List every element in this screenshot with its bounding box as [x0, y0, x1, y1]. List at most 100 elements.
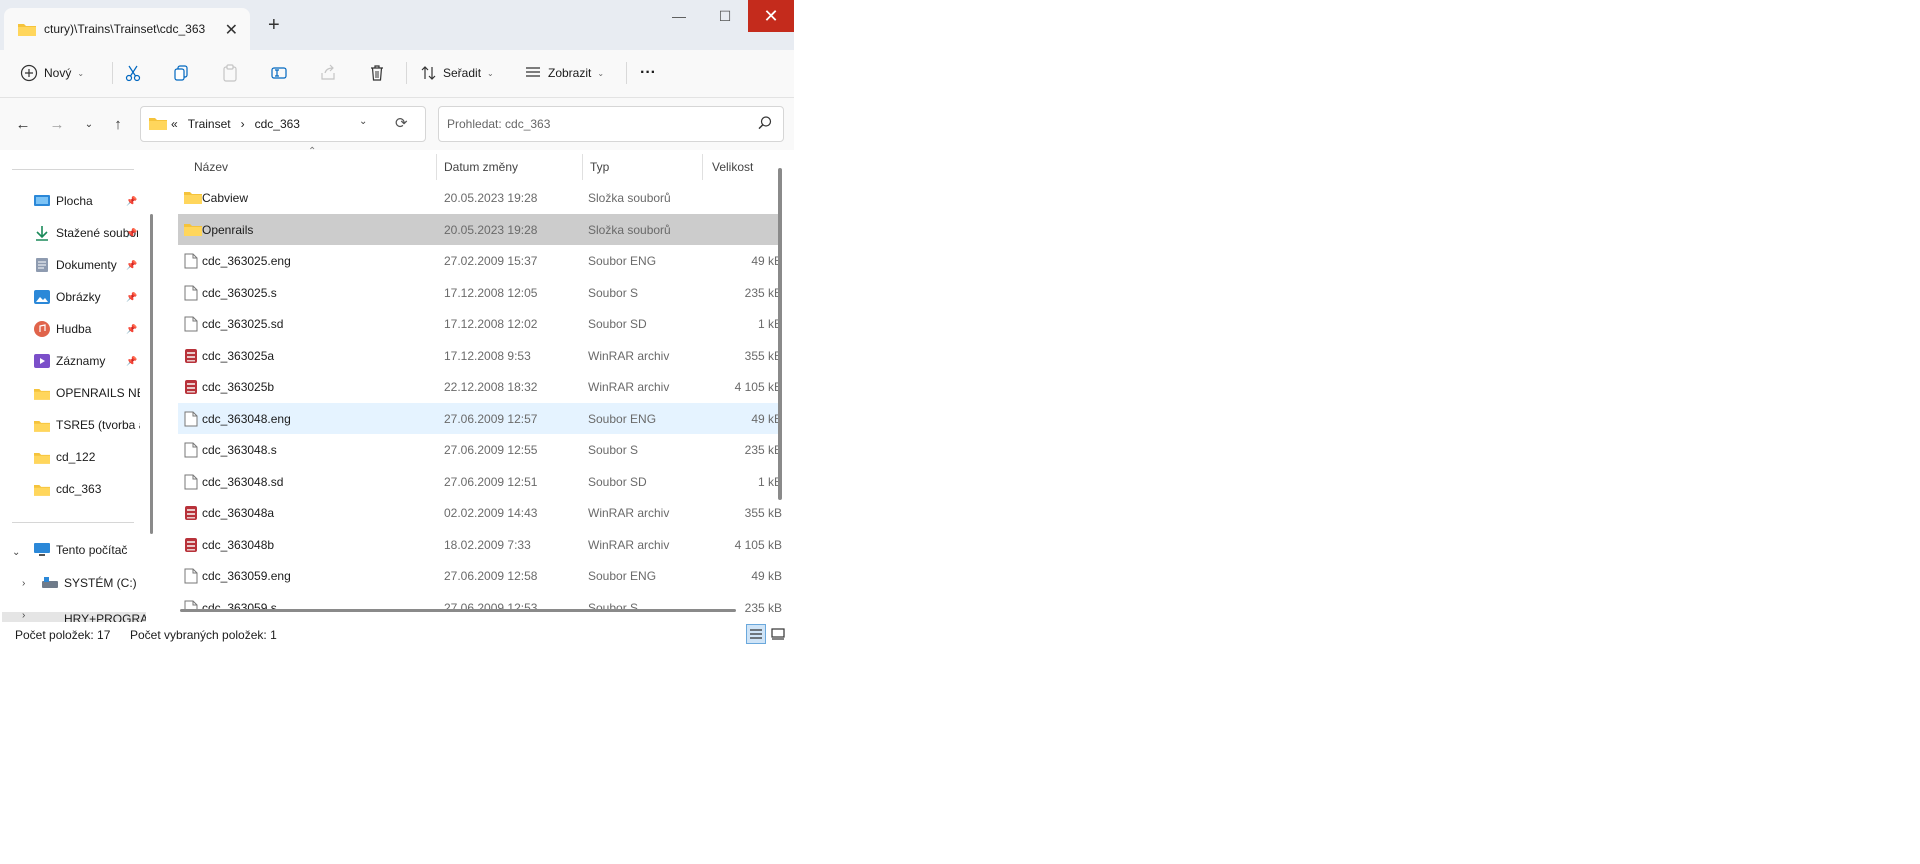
- column-divider[interactable]: [702, 154, 703, 180]
- breadcrumb-item[interactable]: Trainset: [188, 117, 231, 131]
- copy-button[interactable]: [172, 58, 190, 88]
- file-row[interactable]: cdc_363025a 17.12.2008 9:53 WinRAR archiv 3…: [178, 340, 782, 371]
- back-arrow-icon[interactable]: ←: [12, 114, 34, 134]
- file-row[interactable]: cdc_363059.eng 27.06.2009 12:58 Soubor ENG…: [178, 560, 782, 591]
- music-icon: [34, 321, 50, 337]
- sort-button[interactable]: Seřadit ⌄: [420, 58, 494, 88]
- column-divider[interactable]: [582, 154, 583, 180]
- pin-icon: 📌: [126, 291, 138, 302]
- new-tab-button[interactable]: +: [268, 14, 280, 37]
- details-view-button[interactable]: [746, 624, 766, 644]
- file-row[interactable]: Cabview 20.05.2023 19:28 Složka souborů: [178, 182, 782, 213]
- sidebar-item-hudba[interactable]: Hudba 📌: [34, 319, 138, 339]
- file-name: cdc_363025a: [202, 348, 275, 363]
- file-list-horizontal-scrollbar[interactable]: [180, 609, 736, 612]
- file-name: Openrails: [202, 222, 254, 237]
- file-type-icon: [184, 505, 198, 524]
- tab-current-folder[interactable]: ctury)\Trains\Trainset\cdc_363 ✕: [4, 8, 250, 50]
- file-name: cdc_363048b: [202, 537, 275, 552]
- sidebar-item-label: cd_122: [56, 450, 96, 464]
- tiles-view-icon: [771, 628, 785, 640]
- file-date: 27.02.2009 15:37: [444, 254, 538, 268]
- file-date: 27.06.2009 12:58: [444, 569, 538, 583]
- sidebar-item-zaznamy[interactable]: Záznamy 📌: [34, 351, 138, 371]
- sidebar-item-obrazky[interactable]: Obrázky 📌: [34, 287, 138, 307]
- rename-button[interactable]: [270, 58, 288, 88]
- chevron-right-icon[interactable]: ›: [22, 578, 25, 589]
- tiles-view-button[interactable]: [768, 624, 788, 644]
- column-divider[interactable]: [436, 154, 437, 180]
- pictures-icon: [34, 290, 50, 304]
- sidebar-item-openrails-nej[interactable]: OPENRAILS NEJ: [34, 383, 140, 403]
- delete-button[interactable]: [368, 58, 386, 88]
- file-row[interactable]: Openrails 20.05.2023 19:28 Složka souborů: [178, 213, 782, 245]
- chevron-down-icon[interactable]: ⌄: [12, 547, 20, 558]
- column-header-size[interactable]: Velikost: [712, 160, 753, 174]
- paste-button[interactable]: [221, 58, 239, 88]
- folder-icon: [184, 223, 202, 236]
- file-row[interactable]: cdc_363025b 22.12.2008 18:32 WinRAR archiv…: [178, 371, 782, 402]
- desktop-icon: [34, 195, 50, 206]
- sidebar-item-cd-122[interactable]: cd_122: [34, 447, 138, 467]
- recent-locations-chevron-icon[interactable]: ⌄: [78, 114, 100, 134]
- chevron-down-icon: ⌄: [77, 68, 85, 78]
- videos-icon: [34, 354, 50, 368]
- cut-button[interactable]: [124, 58, 142, 88]
- file-date: 22.12.2008 18:32: [444, 380, 538, 394]
- forward-arrow-icon[interactable]: →: [46, 114, 68, 134]
- pin-icon: 📌: [126, 227, 138, 238]
- file-type: WinRAR archiv: [588, 537, 670, 552]
- file-icon: [184, 285, 198, 300]
- folder-icon: [34, 484, 50, 496]
- up-arrow-icon[interactable]: ↑: [107, 114, 129, 134]
- sidebar-item-tsre5[interactable]: TSRE5 (tvorba ak: [34, 415, 140, 435]
- file-row[interactable]: cdc_363048a 02.02.2009 14:43 WinRAR archiv…: [178, 497, 782, 528]
- refresh-icon[interactable]: ⟳: [395, 114, 408, 132]
- sidebar-scrollbar[interactable]: [148, 154, 158, 628]
- file-row[interactable]: cdc_363025.s 17.12.2008 12:05 Soubor S 235 …: [178, 277, 782, 308]
- file-row[interactable]: cdc_363025.eng 27.02.2009 15:37 Soubor ENG…: [178, 245, 782, 276]
- share-button[interactable]: [319, 58, 337, 88]
- file-row[interactable]: cdc_363048.sd 27.06.2009 12:51 Soubor SD 1 …: [178, 466, 782, 497]
- file-row[interactable]: cdc_363048b 18.02.2009 7:33 WinRAR archiv 4…: [178, 529, 782, 560]
- scrollbar-thumb[interactable]: [150, 214, 153, 534]
- computer-icon: [34, 543, 50, 556]
- file-row[interactable]: cdc_363048.eng 27.06.2009 12:57 Soubor ENG…: [178, 402, 782, 434]
- view-label: Zobrazit: [548, 66, 592, 80]
- sort-ascending-icon: ⌃: [308, 146, 317, 157]
- file-row[interactable]: cdc_363048.s 27.06.2009 12:55 Soubor S 235 …: [178, 434, 782, 465]
- breadcrumb-overflow[interactable]: «: [171, 117, 178, 131]
- column-header-type[interactable]: Typ: [590, 160, 609, 174]
- sort-icon: [421, 66, 436, 80]
- more-options-button[interactable]: ···: [640, 58, 656, 88]
- breadcrumb-item[interactable]: cdc_363: [255, 117, 300, 131]
- close-window-button[interactable]: ✕: [748, 0, 794, 32]
- file-type: Složka souborů: [588, 191, 671, 205]
- address-bar[interactable]: « Trainset › cdc_363 ⌄ ⟳: [140, 106, 426, 142]
- file-row[interactable]: cdc_363025.sd 17.12.2008 12:02 Soubor SD 1 …: [178, 308, 782, 339]
- file-name: cdc_363048a: [202, 506, 275, 520]
- file-list-vertical-scrollbar[interactable]: [778, 168, 782, 500]
- winrar-archive-icon: [185, 348, 197, 363]
- file-rows: Cabview 20.05.2023 19:28 Složka souborů Ope…: [174, 182, 786, 612]
- sidebar-item-this-pc[interactable]: Tento počítač: [34, 540, 138, 560]
- search-input[interactable]: Prohledat: cdc_363: [438, 106, 784, 142]
- search-placeholder: Prohledat: cdc_363: [447, 117, 551, 131]
- minimize-button[interactable]: —: [656, 0, 702, 32]
- sidebar-item-plocha[interactable]: Plocha 📌: [34, 191, 138, 211]
- maximize-button[interactable]: ☐: [702, 0, 748, 32]
- breadcrumb-separator[interactable]: ›: [241, 117, 245, 131]
- chevron-right-icon: ›: [22, 612, 26, 621]
- column-header-date[interactable]: Datum změny: [444, 160, 518, 174]
- sidebar-item-dokumenty[interactable]: Dokumenty 📌: [34, 255, 138, 275]
- file-type-icon: [184, 474, 198, 493]
- view-button[interactable]: Zobrazit ⌄: [524, 58, 604, 88]
- address-dropdown-chevron-icon[interactable]: ⌄: [359, 116, 367, 127]
- sidebar-item-stazene-soubory[interactable]: Stažené soubory 📌: [34, 223, 138, 243]
- column-header-name[interactable]: Název: [194, 160, 228, 174]
- sidebar-item-drive-c[interactable]: SYSTÉM (C:): [42, 573, 146, 593]
- sidebar-item-cdc-363[interactable]: cdc_363: [34, 479, 138, 499]
- close-tab-icon[interactable]: ✕: [225, 20, 238, 40]
- new-button[interactable]: Nový ⌄: [20, 58, 84, 88]
- file-type: Soubor ENG: [588, 569, 657, 583]
